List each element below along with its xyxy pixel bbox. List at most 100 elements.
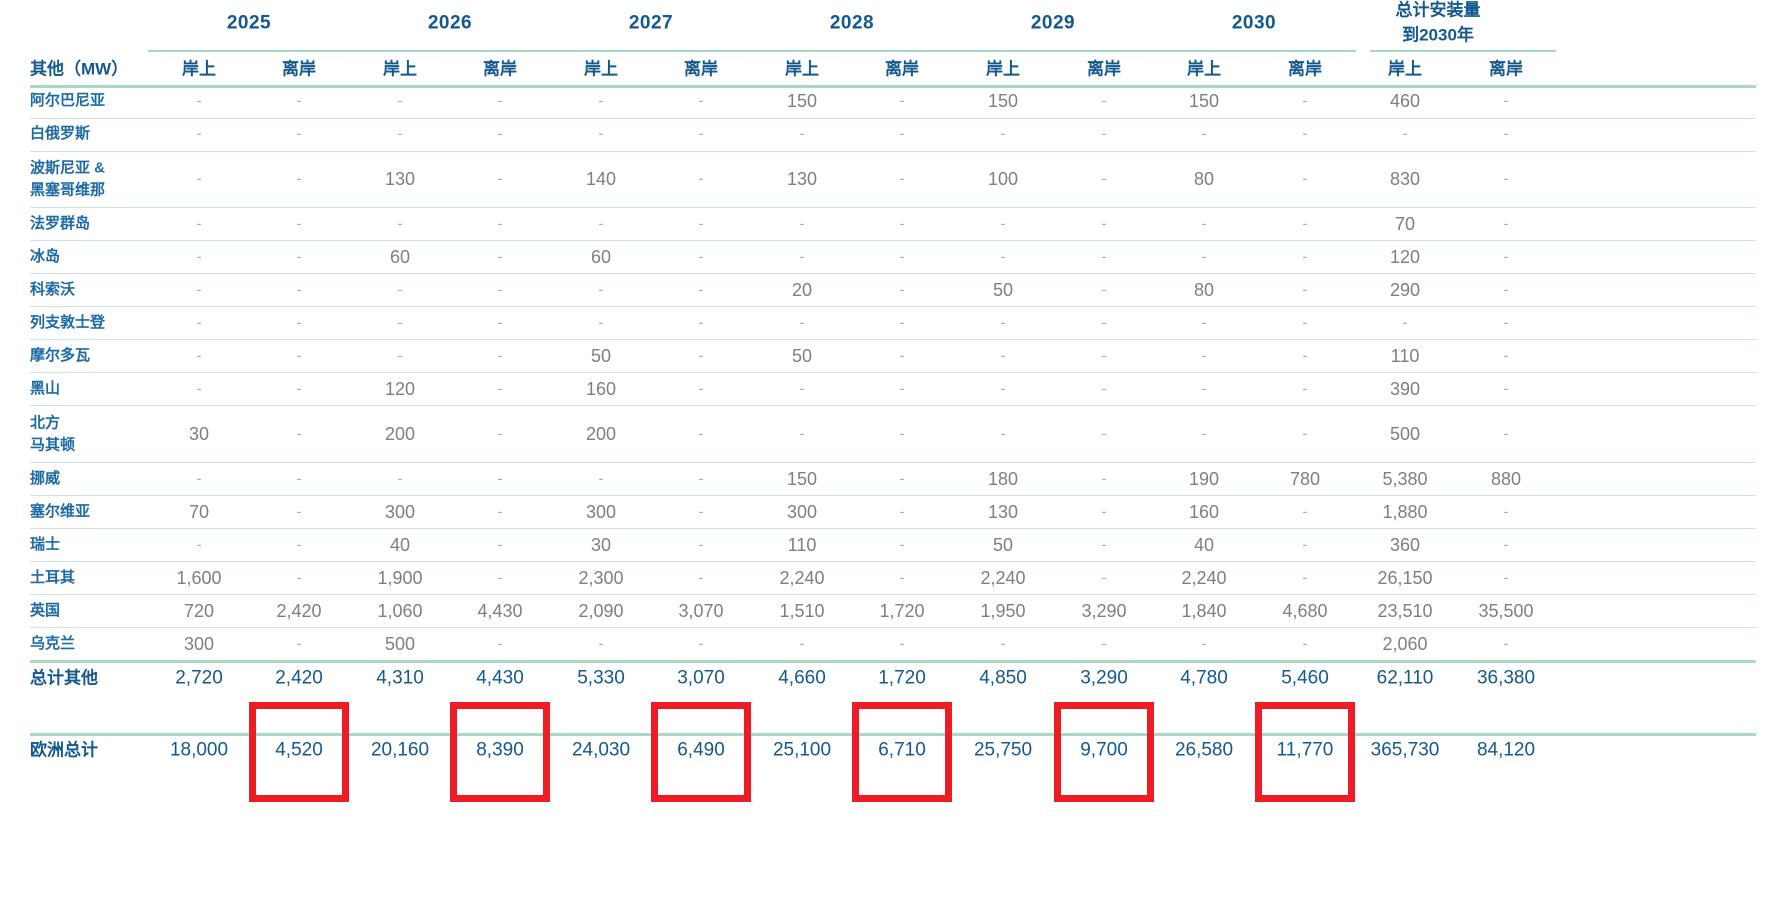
table-cell: - bbox=[296, 470, 302, 488]
europe-total-cell: 26,580 bbox=[1174, 739, 1234, 761]
table-cell: 50 bbox=[992, 535, 1014, 555]
table-cell: - bbox=[698, 170, 704, 188]
table-cell: - bbox=[1302, 170, 1308, 188]
table-cell: - bbox=[1503, 125, 1509, 143]
table-cell: 130 bbox=[987, 502, 1019, 522]
table-cell: - bbox=[497, 281, 503, 299]
onshore-subheader: 岸上 bbox=[182, 59, 216, 79]
table-cell: - bbox=[698, 380, 704, 398]
table-cell: - bbox=[899, 536, 905, 554]
table-cell: 150 bbox=[786, 469, 818, 489]
table-cell: - bbox=[497, 470, 503, 488]
table-cell: - bbox=[1201, 215, 1207, 233]
table-cell: - bbox=[1503, 170, 1509, 188]
onshore-subheader: 岸上 bbox=[1187, 59, 1221, 79]
row-label: 英国 bbox=[30, 602, 61, 620]
table-cell: 200 bbox=[585, 424, 617, 444]
table-cell: - bbox=[698, 215, 704, 233]
row-separator bbox=[30, 151, 1756, 152]
table-cell: - bbox=[296, 170, 302, 188]
table-cell: - bbox=[1503, 569, 1509, 587]
table-cell: 460 bbox=[1389, 91, 1421, 111]
europe-total-cell: 84,120 bbox=[1476, 739, 1536, 761]
table-cell: - bbox=[1000, 425, 1006, 443]
table-cell: - bbox=[296, 425, 302, 443]
table-cell: - bbox=[296, 635, 302, 653]
total-other-label: 总计其他 bbox=[30, 668, 98, 688]
table-cell: - bbox=[899, 92, 905, 110]
table-cell: - bbox=[1201, 314, 1207, 332]
table-cell: - bbox=[1503, 215, 1509, 233]
table-cell: - bbox=[497, 125, 503, 143]
row-separator bbox=[30, 339, 1756, 340]
table-cell: - bbox=[1503, 635, 1509, 653]
table-cell: 2,240 bbox=[779, 568, 825, 588]
table-cell: 130 bbox=[786, 169, 818, 189]
table-cell: - bbox=[899, 248, 905, 266]
total-other-cell: 4,780 bbox=[1180, 667, 1228, 689]
table-cell: - bbox=[1000, 380, 1006, 398]
row-label: 瑞士 bbox=[30, 536, 61, 554]
table-cell: - bbox=[1503, 503, 1509, 521]
table-cell: 780 bbox=[1289, 469, 1321, 489]
table-cell: - bbox=[698, 314, 704, 332]
table-cell: - bbox=[1101, 125, 1107, 143]
table-cell: - bbox=[1101, 347, 1107, 365]
table-cell: - bbox=[196, 314, 202, 332]
table-cell: 180 bbox=[987, 469, 1019, 489]
table-cell: 2,420 bbox=[276, 601, 322, 621]
table-cell: 720 bbox=[183, 601, 215, 621]
table-cell: 110 bbox=[1390, 346, 1420, 366]
row-label: 法罗群岛 bbox=[30, 215, 91, 233]
table-cell: - bbox=[1000, 125, 1006, 143]
row-label: 白俄罗斯 bbox=[30, 125, 91, 143]
table-cell: 50 bbox=[590, 346, 612, 366]
table-cell: - bbox=[196, 536, 202, 554]
table-cell: 500 bbox=[384, 634, 416, 654]
table-cell: 190 bbox=[1188, 469, 1220, 489]
table-cell: - bbox=[1101, 635, 1107, 653]
table-cell: 1,600 bbox=[176, 568, 222, 588]
table-cell: 70 bbox=[1394, 214, 1416, 234]
table-cell: - bbox=[397, 470, 403, 488]
table-cell: - bbox=[1000, 248, 1006, 266]
table-cell: 2,090 bbox=[578, 601, 624, 621]
highlight-box bbox=[249, 702, 349, 802]
year-header-2030: 2030 bbox=[1231, 12, 1277, 34]
table-cell: - bbox=[799, 314, 805, 332]
table-cell: 360 bbox=[1389, 535, 1421, 555]
table-cell: - bbox=[1503, 248, 1509, 266]
row-separator bbox=[30, 405, 1756, 406]
table-cell: 300 bbox=[585, 502, 617, 522]
table-cell: - bbox=[899, 503, 905, 521]
table-cell: - bbox=[1302, 569, 1308, 587]
table-cell: 4,430 bbox=[477, 601, 523, 621]
year-header-2025: 2025 bbox=[226, 12, 272, 34]
table-cell: - bbox=[799, 215, 805, 233]
table-cell: - bbox=[497, 503, 503, 521]
highlight-box bbox=[1255, 702, 1355, 802]
table-cell: - bbox=[899, 470, 905, 488]
table-cell: 2,300 bbox=[578, 568, 624, 588]
table-cell: - bbox=[296, 314, 302, 332]
table-cell: 1,950 bbox=[980, 601, 1026, 621]
table-cell: - bbox=[1302, 248, 1308, 266]
onshore-subheader: 岸上 bbox=[785, 59, 819, 79]
table-cell: - bbox=[1503, 425, 1509, 443]
row-label: 列支敦士登 bbox=[30, 314, 106, 332]
table-cell: - bbox=[497, 380, 503, 398]
europe-total-cell: 20,160 bbox=[370, 739, 430, 761]
table-cell: - bbox=[1101, 314, 1107, 332]
table-cell: - bbox=[598, 314, 604, 332]
table-cell: 120 bbox=[1389, 247, 1421, 267]
table-cell: - bbox=[1503, 347, 1509, 365]
row-separator bbox=[30, 627, 1756, 628]
total-other-cell: 3,070 bbox=[677, 667, 725, 689]
total-other-cell: 1,720 bbox=[878, 667, 926, 689]
row-separator bbox=[30, 207, 1756, 208]
table-cell: - bbox=[397, 92, 403, 110]
table-cell: - bbox=[296, 215, 302, 233]
table-cell: - bbox=[196, 470, 202, 488]
total-other-cell: 62,110 bbox=[1376, 667, 1434, 689]
table-cell: 5,380 bbox=[1382, 469, 1428, 489]
